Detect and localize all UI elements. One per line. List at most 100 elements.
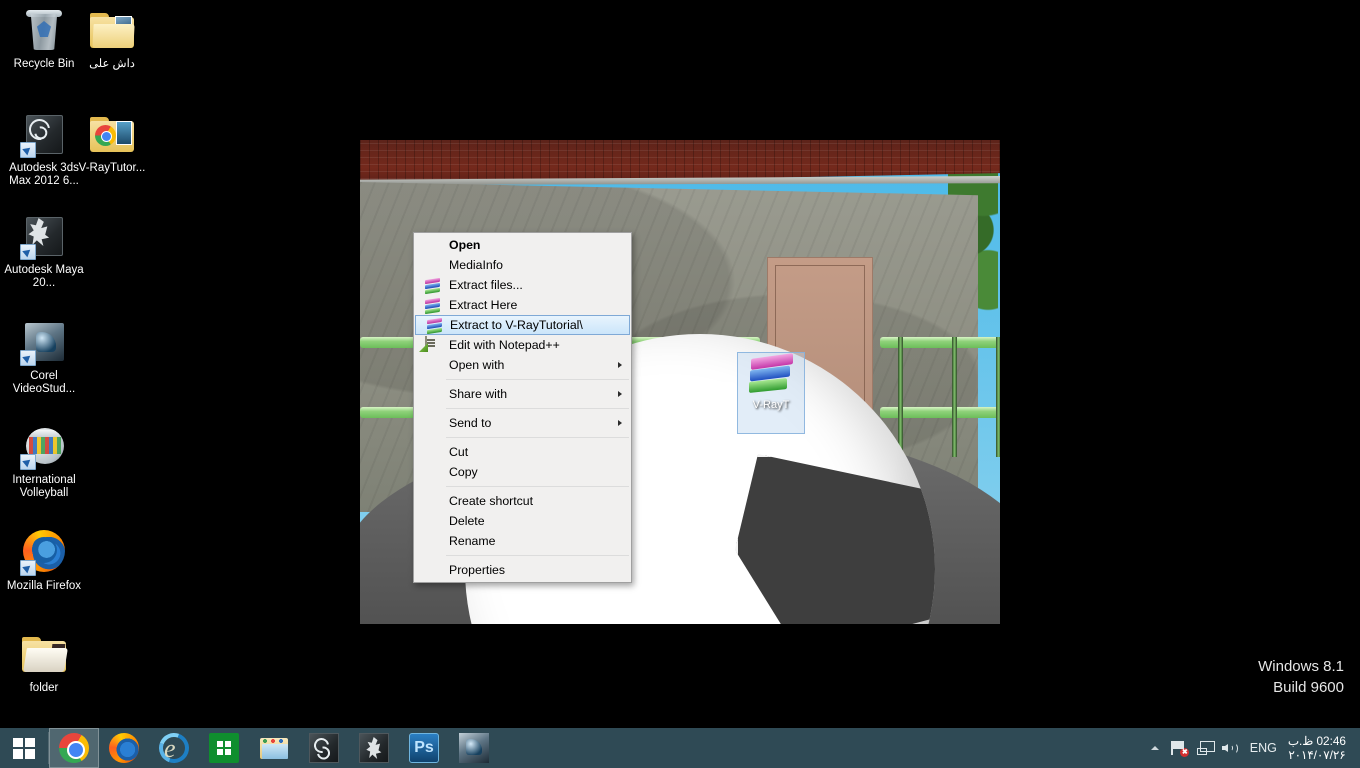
- context-menu-item-label: Cut: [449, 445, 469, 459]
- windows-logo-icon: [13, 737, 35, 759]
- clock-date: ۲۰۱۴/۰۷/۲۶: [1288, 748, 1346, 762]
- winrar-icon: [427, 317, 443, 335]
- desktop-icon-maya[interactable]: Autodesk Maya 20...: [2, 212, 86, 290]
- desktop-icon-label: folder: [29, 682, 59, 694]
- autodesk-3ds-max-icon: [309, 733, 339, 763]
- context-menu-item-create-shortcut[interactable]: Create shortcut: [414, 491, 631, 511]
- corel-videostudio-icon: [459, 733, 489, 763]
- photoshop-icon: Ps: [409, 733, 439, 763]
- context-menu-item-copy[interactable]: Copy: [414, 462, 631, 482]
- taskbar-item-file-explorer[interactable]: [249, 728, 299, 768]
- context-menu-item-edit-with-notepadpp[interactable]: Edit with Notepad++: [414, 335, 631, 355]
- context-menu-item-label: Share with: [449, 387, 508, 401]
- context-menu-item-label: Open with: [449, 358, 505, 372]
- context-menu-separator: [446, 379, 629, 380]
- context-menu-item-label: Copy: [449, 465, 478, 479]
- context-menu-item-mediainfo[interactable]: MediaInfo: [414, 255, 631, 275]
- desktop-icon-dash-ali[interactable]: داش على: [70, 6, 154, 71]
- desktop-screen: Recycle Bin داش على Autodesk 3ds Max 201…: [0, 0, 1360, 768]
- desktop-icon-label: داش على: [89, 58, 135, 70]
- watermark-line-2: Build 9600: [1273, 679, 1344, 696]
- clock-time: 02:46 ظ.ب: [1287, 734, 1346, 748]
- context-menu-item-cut[interactable]: Cut: [414, 442, 631, 462]
- start-button[interactable]: [0, 728, 48, 768]
- taskbar-item-autodesk-maya[interactable]: [349, 728, 399, 768]
- context-menu-separator: [446, 486, 629, 487]
- context-menu-separator: [446, 555, 629, 556]
- context-menu-item-open-with[interactable]: Open with: [414, 355, 631, 375]
- context-menu-item-label: Send to: [449, 416, 492, 430]
- corel-videostudio-icon: [20, 318, 68, 366]
- context-menu-item-share-with[interactable]: Share with: [414, 384, 631, 404]
- context-menu-item-send-to[interactable]: Send to: [414, 413, 631, 433]
- context-menu-item-rename[interactable]: Rename: [414, 531, 631, 551]
- desktop-icon-international-volleyball[interactable]: International Volleyball: [2, 422, 86, 500]
- chevron-right-icon: [618, 420, 622, 426]
- autodesk-maya-icon: [359, 733, 389, 763]
- taskbar-item-internet-explorer[interactable]: [149, 728, 199, 768]
- file-item-label: V-RayT: [752, 399, 790, 411]
- taskbar-item-adobe-photoshop[interactable]: Ps: [399, 728, 449, 768]
- context-menu-item-label: Properties: [449, 563, 506, 577]
- context-menu-separator: [446, 437, 629, 438]
- desktop-icon-label: Autodesk Maya 20...: [4, 264, 84, 289]
- context-menu-item-properties[interactable]: Properties: [414, 560, 631, 580]
- volleyball-game-icon: [20, 422, 68, 470]
- internet-explorer-icon: [154, 728, 194, 768]
- winrar-icon: [425, 277, 441, 295]
- context-menu-item-label: Open: [449, 238, 481, 252]
- ball-panel-dark: [735, 454, 935, 624]
- taskbar: Ps ✖ ENG 02:46 ظ.ب ۲۰۱۴/۰۷/۲۶: [0, 728, 1360, 768]
- context-menu-item-extract-here[interactable]: Extract Here: [414, 295, 631, 315]
- railing-post-3: [996, 337, 1000, 457]
- clock[interactable]: 02:46 ظ.ب ۲۰۱۴/۰۷/۲۶: [1286, 734, 1356, 762]
- context-menu-item-label: Delete: [449, 514, 485, 528]
- context-menu-item-delete[interactable]: Delete: [414, 511, 631, 531]
- recycle-bin-icon: [20, 6, 68, 54]
- windows-version-watermark: Windows 8.1 Build 9600: [1258, 656, 1344, 698]
- file-item-vray-tutorial-archive[interactable]: V-RayT: [737, 352, 805, 434]
- winrar-icon: [425, 297, 441, 315]
- context-menu[interactable]: Open MediaInfo Extract files... Extract …: [413, 232, 632, 583]
- context-menu-item-label: Rename: [449, 534, 496, 548]
- context-menu-item-extract-to-folder[interactable]: Extract to V-RayTutorial\: [415, 315, 630, 335]
- language-indicator[interactable]: ENG: [1244, 741, 1286, 755]
- show-hidden-icons-button[interactable]: [1144, 728, 1166, 768]
- desktop-icon-label: V-RayTutor...: [78, 162, 146, 174]
- chevron-right-icon: [618, 362, 622, 368]
- railing-post-2: [952, 337, 957, 457]
- autodesk-maya-icon: [20, 212, 68, 260]
- winrar-archive-icon: [749, 353, 793, 396]
- store-icon: [209, 733, 239, 763]
- context-menu-item-extract-files[interactable]: Extract files...: [414, 275, 631, 295]
- desktop-icon-vray-tutorial-folder[interactable]: V-RayTutor...: [70, 110, 154, 175]
- action-center-flag-icon[interactable]: ✖: [1166, 728, 1192, 768]
- desktop-icon-label: International Volleyball: [12, 474, 76, 499]
- system-tray: ✖ ENG 02:46 ظ.ب ۲۰۱۴/۰۷/۲۶: [1144, 728, 1360, 768]
- taskbar-item-windows-store[interactable]: [199, 728, 249, 768]
- taskbar-item-autodesk-3ds-max[interactable]: [299, 728, 349, 768]
- chrome-icon: [59, 733, 89, 763]
- desktop-icon-folder[interactable]: folder: [2, 630, 86, 695]
- context-menu-item-label: MediaInfo: [449, 258, 504, 272]
- context-menu-item-label: Create shortcut: [449, 494, 534, 508]
- watermark-line-1: Windows 8.1: [1258, 658, 1344, 675]
- firefox-icon: [109, 733, 139, 763]
- firefox-icon: [20, 528, 68, 576]
- taskbar-item-corel-videostudio[interactable]: [449, 728, 499, 768]
- network-icon[interactable]: [1192, 728, 1218, 768]
- folder-open-icon: [20, 630, 68, 678]
- folder-picture-icon: [88, 6, 136, 54]
- context-menu-item-open[interactable]: Open: [414, 235, 631, 255]
- taskbar-item-mozilla-firefox[interactable]: [99, 728, 149, 768]
- context-menu-separator: [446, 408, 629, 409]
- desktop-icon-mozilla-firefox[interactable]: Mozilla Firefox: [2, 528, 86, 593]
- desktop-icon-label: Mozilla Firefox: [6, 580, 82, 592]
- context-menu-item-label: Extract Here: [449, 298, 518, 312]
- desktop-icon-corel-videostudio[interactable]: Corel VideoStud...: [2, 318, 86, 396]
- volume-icon[interactable]: [1218, 728, 1244, 768]
- railing-post-1: [898, 337, 903, 457]
- context-menu-item-label: Extract files...: [449, 278, 523, 292]
- context-menu-item-label: Edit with Notepad++: [449, 338, 560, 352]
- taskbar-item-google-chrome[interactable]: [49, 728, 99, 768]
